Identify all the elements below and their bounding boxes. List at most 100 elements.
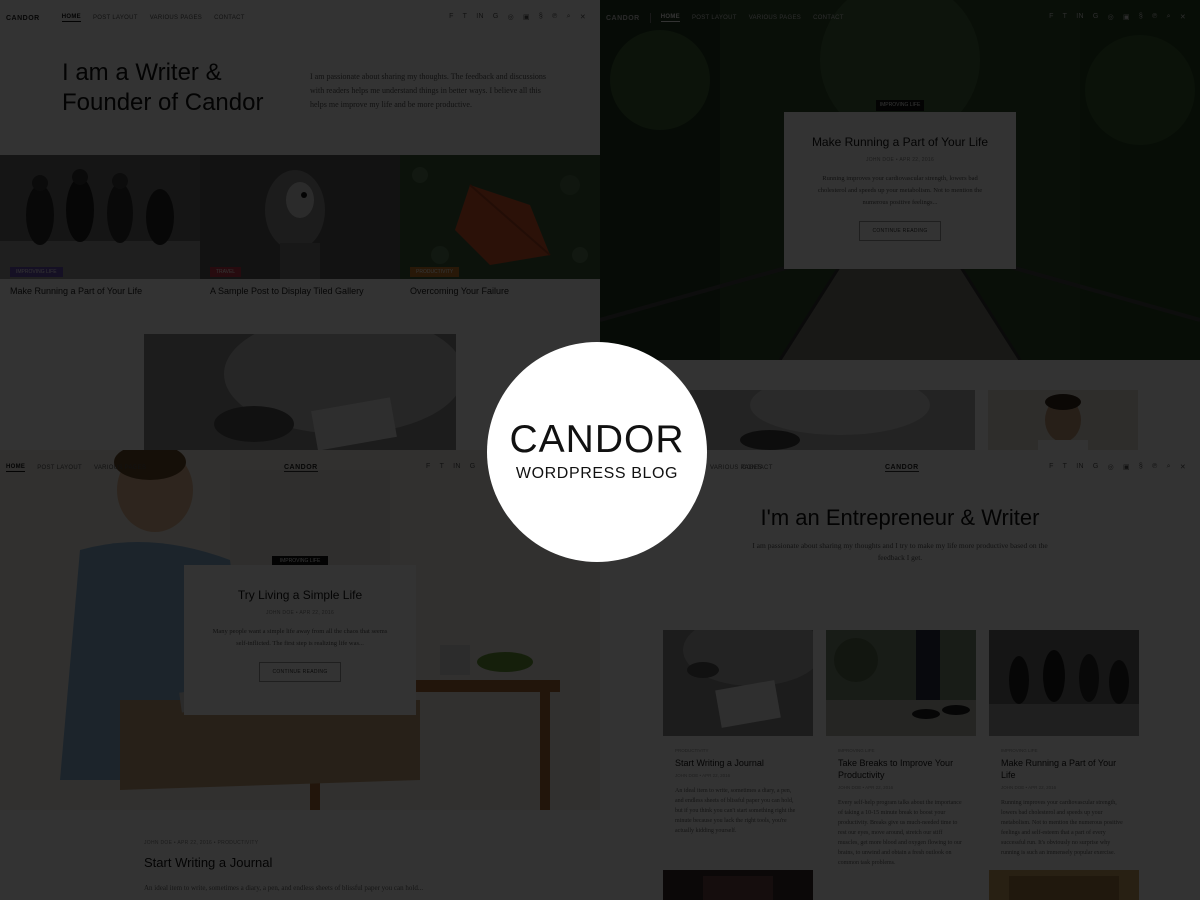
nav-various-pages[interactable]: VARIOUS PAGES — [150, 15, 202, 21]
google-plus-icon[interactable]: G — [493, 13, 499, 21]
continue-reading-button[interactable]: CONTINUE READING — [259, 662, 341, 682]
twitter-icon[interactable]: t — [463, 13, 468, 21]
bird-photo — [200, 155, 400, 279]
card-meta: JOHN DOE • APR 22, 2016 — [265, 610, 335, 616]
post-card[interactable]: IMPROVING LIFE Take Breaks to Improve Yo… — [826, 630, 976, 868]
hero-intro-text: I am passionate about sharing my thought… — [310, 72, 547, 109]
brand-subtitle: WORDPRESS BLOG — [515, 465, 679, 482]
post-excerpt: Every self-help program talks about the … — [838, 800, 962, 866]
nav-various-pages[interactable]: VARIOUS PAGES — [94, 465, 146, 471]
pinterest-icon[interactable]: ℗ — [552, 13, 557, 21]
site-logo[interactable]: CANDOR — [606, 15, 640, 22]
category-badge[interactable]: IMPROVING LIFE — [876, 100, 924, 111]
tile-failure[interactable]: PRODUCTIVITY — [400, 155, 600, 279]
search-icon[interactable]: ⌕ — [1167, 463, 1171, 471]
tile-title[interactable]: Make Running a Part of Your Life — [0, 286, 200, 296]
card-excerpt: Many people want a simple life away from… — [212, 628, 388, 647]
nav-contact[interactable]: CONTACT — [813, 15, 844, 21]
post-title[interactable]: Start Writing a Journal — [675, 757, 801, 769]
close-icon[interactable]: ✕ — [580, 13, 586, 21]
category-badge[interactable]: PRODUCTIVITY — [410, 267, 460, 277]
category-badge[interactable]: TRAVEL — [210, 267, 242, 277]
post-title[interactable]: Make Running a Part of Your Life — [1001, 757, 1127, 781]
site-logo[interactable]: CANDOR — [885, 464, 919, 472]
continue-reading-button[interactable]: CONTINUE READING — [859, 221, 941, 241]
runners-photo — [0, 155, 200, 279]
post-image — [663, 630, 813, 736]
post-excerpt: Running improves your cardiovascular str… — [1001, 800, 1123, 856]
post-category[interactable]: IMPROVING LIFE — [838, 748, 976, 753]
nav-post-layout[interactable]: POST LAYOUT — [93, 15, 138, 21]
linkedin-icon[interactable]: in — [1076, 463, 1084, 471]
brand-logo: CANDOR — [509, 418, 685, 461]
preview-homepage-slider: CANDOR HOME POST LAYOUT VARIOUS PAGES CO… — [600, 0, 1200, 450]
nav-contact[interactable]: CONTACT — [214, 15, 245, 21]
facebook-icon[interactable]: f — [426, 463, 431, 470]
linkedin-icon[interactable]: in — [453, 463, 461, 470]
tile-title[interactable]: A Sample Post to Display Tiled Gallery — [200, 286, 400, 296]
twitter-icon[interactable]: t — [1063, 463, 1068, 471]
brand-badge: CANDOR WORDPRESS BLOG — [487, 342, 707, 562]
hero-title: I am a Writer & Founder of Candor — [62, 59, 264, 116]
skype-icon[interactable]: § — [539, 13, 543, 21]
facebook-icon[interactable]: f — [449, 13, 454, 21]
tile-running[interactable]: IMPROVING LIFE — [0, 155, 200, 279]
instagram-icon[interactable]: ◎ — [1108, 13, 1114, 21]
facebook-icon[interactable]: f — [1049, 463, 1054, 471]
card-title[interactable]: Make Running a Part of Your Life — [784, 135, 1016, 149]
twitter-icon[interactable]: t — [1063, 13, 1068, 21]
card-meta: JOHN DOE • APR 22, 2016 — [865, 157, 935, 163]
youtube-icon[interactable]: ▣ — [523, 13, 530, 21]
post-meta: JOHN DOE • APR 22, 2016 — [675, 773, 731, 778]
nav-contact[interactable]: CONTACT — [742, 465, 773, 471]
nav-various-pages[interactable]: VARIOUS PAGES — [749, 15, 801, 21]
post-image — [989, 630, 1139, 736]
post-meta: JOHN DOE • APR 22, 2016 — [838, 785, 894, 790]
youtube-icon[interactable]: ▣ — [1123, 463, 1130, 471]
search-icon[interactable]: ⌕ — [567, 13, 571, 21]
featured-post-card: Make Running a Part of Your Life JOHN DO… — [784, 112, 1016, 269]
post-card[interactable]: IMPROVING LIFE Make Running a Part of Yo… — [989, 630, 1139, 858]
pinterest-icon[interactable]: ℗ — [1152, 463, 1157, 471]
google-plus-icon[interactable]: G — [1093, 463, 1099, 471]
preview-homepage-grid: VARIOUS PAGES CONTACT CANDOR f t in G ◎ … — [600, 450, 1200, 900]
top-nav: CANDOR HOME POST LAYOUT VARIOUS PAGES CO… — [600, 0, 1200, 36]
close-icon[interactable]: ✕ — [1180, 13, 1186, 21]
youtube-icon[interactable]: ▣ — [1123, 13, 1130, 21]
instagram-icon[interactable]: ◎ — [508, 13, 514, 21]
social-icons: f t in G — [426, 463, 476, 470]
search-icon[interactable]: ⌕ — [1167, 13, 1171, 21]
tile-gallery[interactable]: TRAVEL — [200, 155, 400, 279]
twitter-icon[interactable]: t — [440, 463, 445, 470]
instagram-icon[interactable]: ◎ — [1108, 463, 1114, 471]
card-title[interactable]: Try Living a Simple Life — [184, 588, 416, 602]
close-icon[interactable]: ✕ — [1180, 463, 1186, 471]
nav-home[interactable]: HOME — [61, 14, 81, 22]
nav-post-layout[interactable]: POST LAYOUT — [37, 465, 82, 471]
post-tiles: IMPROVING LIFE TRAVEL PRODUCTIVITY — [0, 155, 600, 279]
google-plus-icon[interactable]: G — [1093, 13, 1099, 21]
site-logo[interactable]: CANDOR — [284, 464, 318, 472]
linkedin-icon[interactable]: in — [1076, 13, 1084, 21]
facebook-icon[interactable]: f — [1049, 13, 1054, 21]
post-category[interactable]: PRODUCTIVITY — [675, 748, 813, 753]
pinterest-icon[interactable]: ℗ — [1152, 13, 1157, 21]
site-logo[interactable]: CANDOR — [6, 15, 40, 22]
skype-icon[interactable]: § — [1139, 463, 1143, 471]
post-card[interactable]: PRODUCTIVITY Start Writing a Journal JOH… — [663, 630, 813, 836]
google-plus-icon[interactable]: G — [470, 463, 476, 470]
tile-title[interactable]: Overcoming Your Failure — [400, 286, 600, 296]
skype-icon[interactable]: § — [1139, 13, 1143, 21]
category-badge[interactable]: IMPROVING LIFE — [10, 267, 63, 277]
nav-home[interactable]: HOME — [660, 14, 680, 22]
post-image — [663, 870, 813, 900]
post-title[interactable]: Start Writing a Journal — [144, 855, 272, 870]
nav-home[interactable]: HOME — [6, 464, 26, 472]
tile-titles: Make Running a Part of Your Life A Sampl… — [0, 286, 600, 296]
nav-post-layout[interactable]: POST LAYOUT — [692, 15, 737, 21]
social-icons: f t in G ◎ ▣ § ℗ ⌕ ✕ — [449, 13, 586, 21]
linkedin-icon[interactable]: in — [476, 13, 484, 21]
post-thumbnail — [988, 390, 1138, 450]
post-category[interactable]: IMPROVING LIFE — [1001, 748, 1139, 753]
post-title[interactable]: Take Breaks to Improve Your Productivity — [838, 757, 964, 781]
